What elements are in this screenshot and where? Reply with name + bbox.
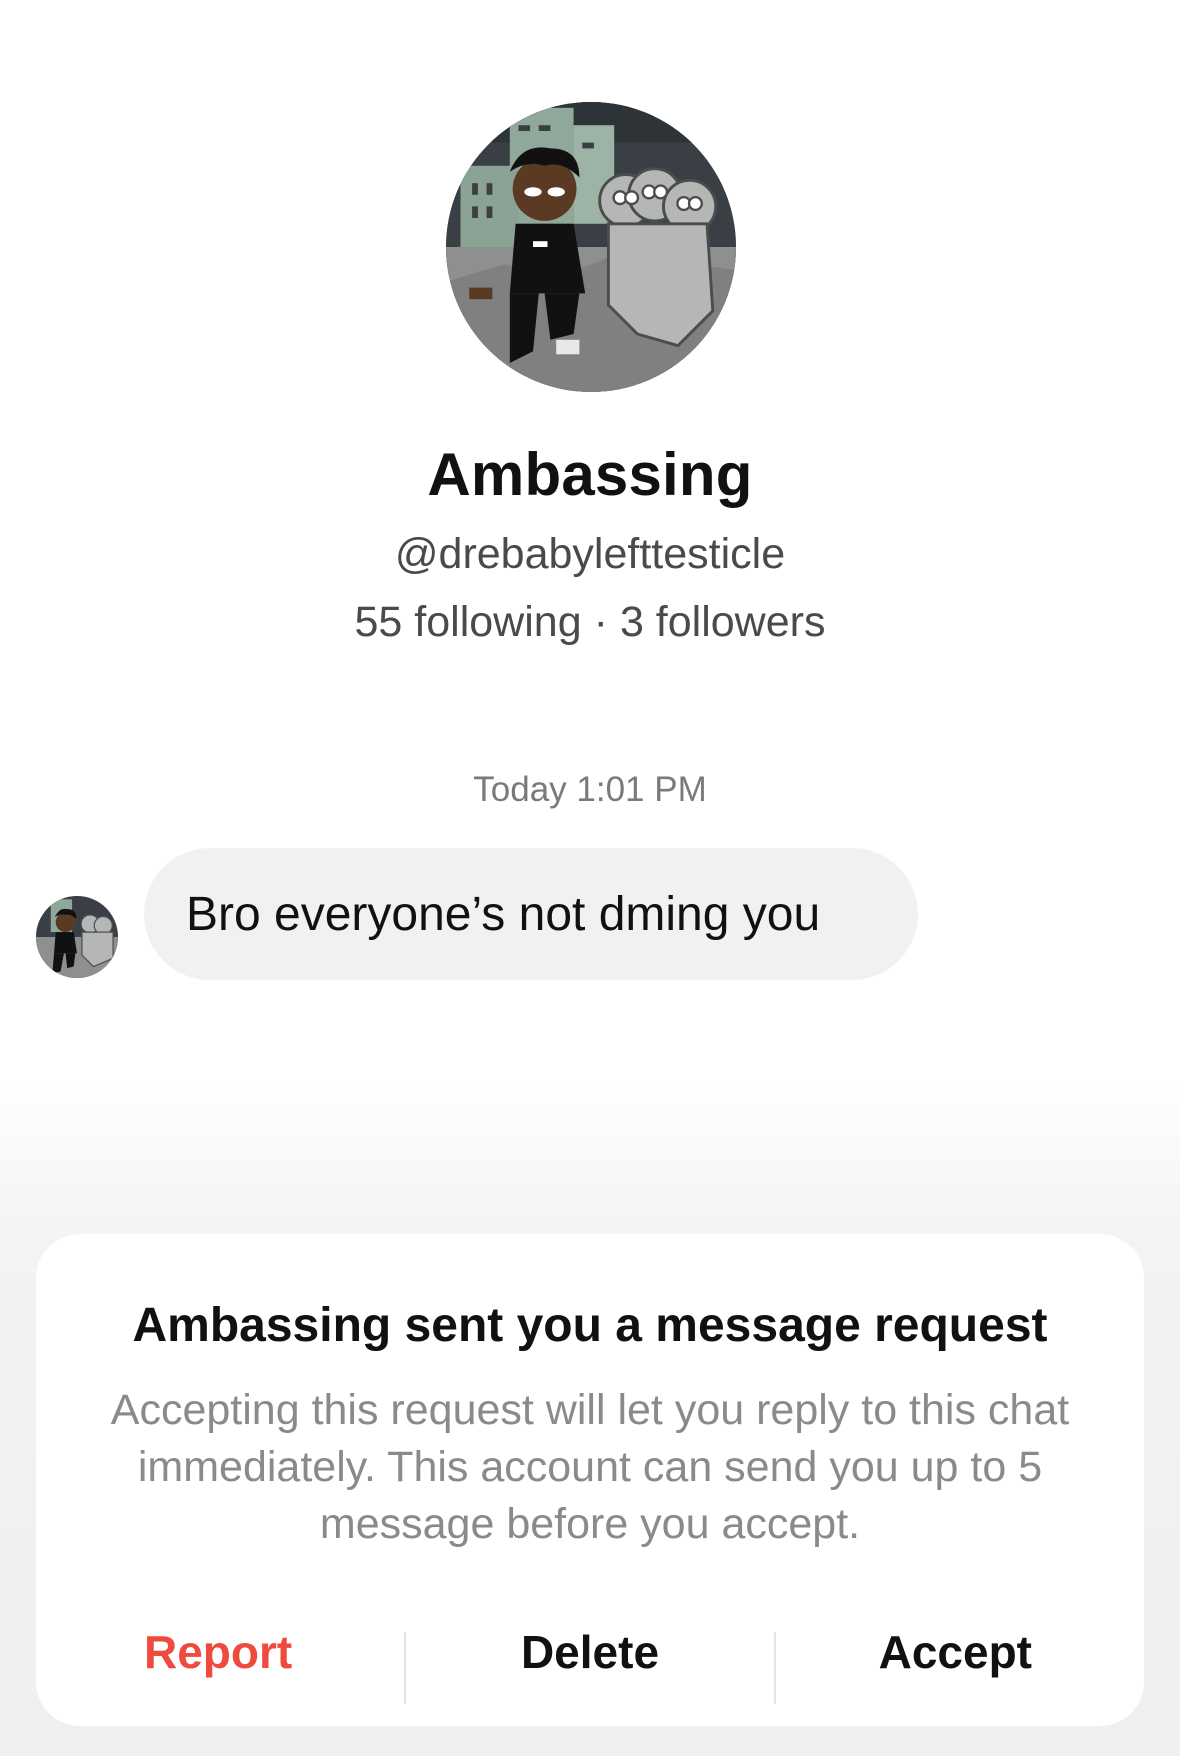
- request-title: Ambassing sent you a message request: [132, 1299, 1048, 1352]
- request-actions: Report Delete Accept: [36, 1602, 1144, 1704]
- followers-count[interactable]: 3 followers: [620, 598, 826, 646]
- profile-stats: 55 following · 3 followers: [0, 598, 1180, 647]
- avatar-cartoon-image: [36, 896, 118, 978]
- report-button[interactable]: Report: [144, 1602, 292, 1702]
- message-request-card: Ambassing sent you a message request Acc…: [36, 1234, 1144, 1726]
- sender-avatar[interactable]: [36, 896, 118, 978]
- action-divider: [774, 1632, 776, 1704]
- delete-button[interactable]: Delete: [521, 1625, 659, 1679]
- stats-separator: ·: [593, 598, 608, 646]
- profile-username: @drebabylefttesticle: [394, 530, 786, 578]
- profile-display-name: Ambassing: [427, 441, 753, 508]
- message-bubble[interactable]: Bro everyone’s not dming you: [144, 848, 918, 980]
- chat-screen: Ambassing @drebabylefttesticle 55 follow…: [0, 0, 1180, 1756]
- report-label: Report: [144, 1626, 293, 1678]
- avatar-cartoon-image: [446, 102, 736, 392]
- message-text: Bro everyone’s not dming you: [186, 887, 821, 941]
- accept-button[interactable]: Accept: [879, 1602, 1032, 1702]
- accept-label: Accept: [878, 1626, 1032, 1678]
- following-count[interactable]: 55 following: [355, 598, 582, 646]
- message-timestamp: Today 1:01 PM: [473, 770, 707, 809]
- profile-avatar[interactable]: [446, 102, 736, 392]
- request-description: Accepting this request will let you repl…: [110, 1386, 1070, 1548]
- action-divider: [404, 1632, 406, 1704]
